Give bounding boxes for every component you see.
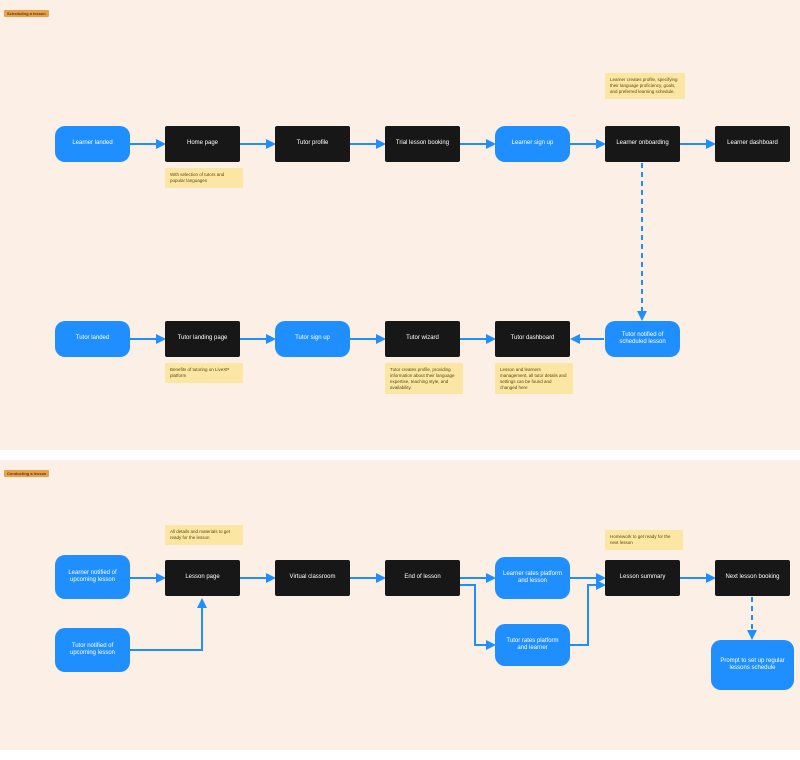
node-home-page[interactable]: Home page [165,126,240,162]
node-learner-signup[interactable]: Learner sign up [495,126,570,162]
panel-conducting: Conducting a lesson [0,460,800,750]
node-lesson-summary[interactable]: Lesson summary [605,560,680,596]
node-tutor-landing-page[interactable]: Tutor landing page [165,321,240,357]
node-next-lesson-booking[interactable]: Next lesson booking [715,560,790,596]
node-tutor-dashboard[interactable]: Tutor dashboard [495,321,570,357]
node-learner-rates[interactable]: Learner rates platform and lesson [495,557,570,599]
panel-scheduling: Scheduling a lesson L [0,0,800,450]
note-lesson-summary: Homework to get ready for the next lesso… [605,530,683,550]
note-tutor-landing: Benefits of tutoring on LiveXP platform [165,363,243,383]
panel-title-scheduling: Scheduling a lesson [4,10,49,17]
node-learner-notified-upcoming[interactable]: Learner notified of upcoming lesson [55,555,130,599]
node-tutor-profile[interactable]: Tutor profile [275,126,350,162]
node-learner-dashboard[interactable]: Learner dashboard [715,126,790,162]
node-tutor-wizard[interactable]: Tutor wizard [385,321,460,357]
note-home-page: With selection of tutors and popular lan… [165,168,243,188]
connectors-conducting [0,480,800,750]
note-tutor-wizard: Tutor creates profile, providing informa… [385,363,463,394]
panel-title-conducting: Conducting a lesson [4,470,49,477]
stage-conducting: Learner notified of upcoming lesson Tuto… [0,480,800,750]
node-learner-onboarding[interactable]: Learner onboarding [605,126,680,162]
node-trial-lesson-booking[interactable]: Trial lesson booking [385,126,460,162]
note-tutor-dashboard: Lesson and learners management, all tuto… [495,363,573,394]
stage-scheduling: Learner landed Home page Tutor profile T… [0,20,800,450]
node-lesson-page[interactable]: Lesson page [165,560,240,596]
note-onboarding: Learner creates profile, specifying thei… [605,73,685,99]
node-tutor-notified-scheduled[interactable]: Tutor notified of scheduled lesson [605,321,680,357]
node-tutor-notified-upcoming[interactable]: Tutor notified of upcoming lesson [55,628,130,672]
node-virtual-classroom[interactable]: Virtual classroom [275,560,350,596]
node-tutor-rates[interactable]: Tutor rates platform and learner [495,624,570,666]
node-tutor-signup[interactable]: Tutor sign up [275,321,350,357]
node-learner-landed[interactable]: Learner landed [55,126,130,162]
node-prompt-regular-schedule[interactable]: Prompt to set up regular lessons schedul… [711,640,794,690]
node-tutor-landed[interactable]: Tutor landed [55,321,130,357]
note-lesson-page: All details and materials to get ready f… [165,525,243,545]
node-end-of-lesson[interactable]: End of lesson [385,560,460,596]
